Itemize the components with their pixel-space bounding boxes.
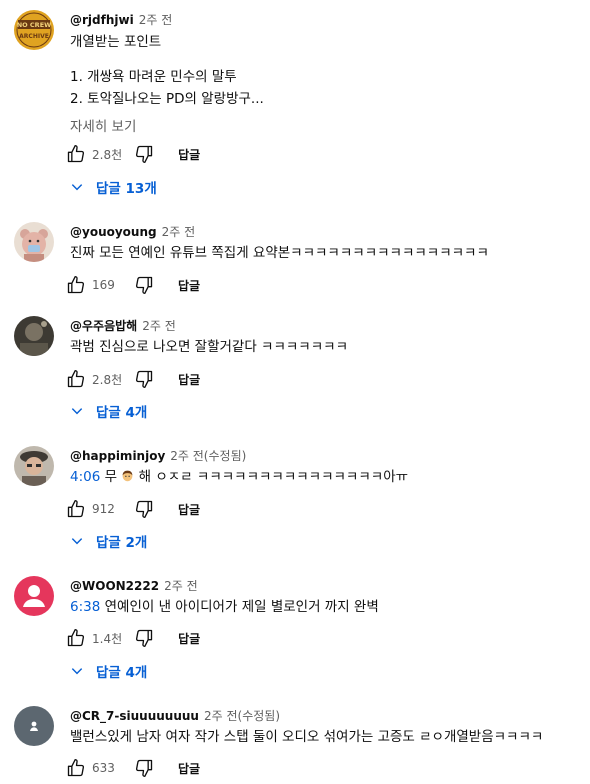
comment-text: 4:06 무 해 ㅇㅈㄹ ㅋㅋㅋㅋㅋㅋㅋㅋㅋㅋㅋㅋㅋㅋㅋ아ㅠ — [70, 469, 409, 485]
avatar-cr7[interactable] — [14, 706, 54, 746]
replies-count: 답글 13개 — [96, 181, 157, 197]
chevron-down-icon — [71, 538, 83, 545]
thumbs-up-icon — [67, 145, 85, 163]
like-count: 912 — [92, 502, 115, 516]
reply-button[interactable]: 답글 — [178, 501, 200, 518]
thumbs-up-icon — [67, 500, 85, 518]
avatar-uju[interactable] — [14, 316, 54, 356]
thumbs-down-icon — [136, 629, 153, 647]
default-user-avatar-icon — [14, 706, 54, 746]
avatar-happiminjoy[interactable] — [14, 446, 54, 486]
thumbs-up-icon — [67, 370, 85, 388]
avatar-rjdfhjwi[interactable]: NO CREW ARCHIVE — [14, 10, 54, 50]
comment-time[interactable]: 2주 전 — [139, 13, 173, 27]
default-user-avatar-icon — [14, 576, 54, 616]
chevron-down-icon — [71, 408, 83, 415]
view-replies-button[interactable]: 답글 4개 — [70, 659, 147, 683]
comment-time[interactable]: 2주 전 — [164, 579, 198, 593]
avatar-woon2222[interactable] — [14, 576, 54, 616]
man-emoji-icon — [122, 470, 133, 482]
thumbs-up-icon — [67, 276, 85, 294]
read-more-link[interactable]: 자세히 보기 — [70, 115, 136, 135]
chevron-down-icon — [71, 668, 83, 675]
dislike-button[interactable] — [132, 367, 156, 391]
svg-text:NO CREW: NO CREW — [17, 21, 52, 29]
dark-photo-avatar — [14, 316, 54, 356]
thumbs-down-icon — [135, 759, 153, 777]
like-button[interactable] — [64, 142, 88, 166]
comment-author[interactable]: @WOON2222 — [70, 579, 159, 593]
plush-bear-avatar — [14, 222, 54, 262]
person-photo-avatar — [14, 446, 54, 486]
like-count: 633 — [92, 761, 115, 775]
comment-author[interactable]: @rjdfhjwi — [70, 13, 134, 27]
comment-text: 곽범 진심으로 나오면 잘할거같다 ㅋㅋㅋㅋㅋㅋㅋ — [70, 339, 348, 355]
thumbs-down-icon — [136, 370, 153, 388]
view-replies-button[interactable]: 답글 2개 — [70, 529, 147, 553]
dislike-button[interactable] — [132, 142, 156, 166]
comment-author[interactable]: @youoyoung — [70, 225, 157, 239]
comment-text-line-4: 2. 토악질나오는 PD의 알랑방구... — [70, 91, 264, 107]
chevron-down-icon — [71, 184, 83, 191]
thumbs-down-icon — [136, 145, 153, 163]
like-button[interactable] — [64, 756, 88, 780]
thumbs-up-icon — [67, 629, 85, 647]
comment-text-line-3: 1. 개쌍욕 마려운 민수의 말투 — [70, 69, 237, 85]
thumbs-down-icon — [135, 500, 153, 518]
like-count: 2.8천 — [92, 147, 123, 162]
like-button[interactable] — [64, 626, 88, 650]
comment-time[interactable]: 2주 전(수정됨) — [170, 449, 246, 463]
comment-actions: 2.8천 답글 — [64, 142, 200, 166]
view-replies-button[interactable]: 답글 13개 — [70, 175, 157, 199]
like-button[interactable] — [64, 273, 88, 297]
reply-button[interactable]: 답글 — [178, 277, 200, 294]
comment-author[interactable]: @happiminjoy — [70, 449, 165, 463]
dislike-button[interactable] — [132, 273, 156, 297]
timestamp-link[interactable]: 6:38 — [70, 599, 100, 615]
comment-time[interactable]: 2주 전 — [162, 225, 196, 239]
comment-actions: 633 답글 — [64, 756, 200, 780]
replies-count: 답글 4개 — [96, 665, 148, 681]
like-button[interactable] — [64, 497, 88, 521]
view-replies-button[interactable]: 답글 4개 — [70, 399, 147, 423]
replies-count: 답글 4개 — [96, 405, 148, 421]
no-crew-archive-logo: NO CREW ARCHIVE — [14, 10, 54, 50]
avatar-youoyoung[interactable] — [14, 222, 54, 262]
comment-text: 밸런스있게 남자 여자 작가 스탭 둘이 오디오 섞여가는 고증도 ㄹㅇ개열받음… — [70, 729, 544, 745]
like-count: 169 — [92, 278, 115, 292]
comment-actions: 1.4천 답글 — [64, 626, 200, 650]
comment-author[interactable]: @CR_7-siuuuuuuuu — [70, 709, 199, 723]
dislike-button[interactable] — [132, 756, 156, 780]
reply-button[interactable]: 답글 — [178, 630, 200, 647]
svg-text:ARCHIVE: ARCHIVE — [19, 33, 49, 40]
reply-button[interactable]: 답글 — [178, 760, 200, 777]
comment-actions: 2.8천 답글 — [64, 367, 200, 391]
comment-text-line-1: 개열받는 포인트 — [70, 34, 162, 50]
comment-text: 6:38 연예인이 낸 아이디어가 제일 별로인거 까지 완벽 — [70, 599, 379, 615]
timestamp-link[interactable]: 4:06 — [70, 469, 100, 485]
thumbs-down-icon — [135, 276, 153, 294]
reply-button[interactable]: 답글 — [178, 371, 200, 388]
comment-time[interactable]: 2주 전(수정됨) — [204, 709, 280, 723]
dislike-button[interactable] — [132, 497, 156, 521]
reply-button[interactable]: 답글 — [178, 146, 200, 163]
comment-text: 진짜 모든 연예인 유튜브 쪽집게 요약본ㅋㅋㅋㅋㅋㅋㅋㅋㅋㅋㅋㅋㅋㅋㅋㅋ — [70, 245, 489, 261]
replies-count: 답글 2개 — [96, 535, 148, 551]
comment-time[interactable]: 2주 전 — [142, 319, 176, 333]
like-button[interactable] — [64, 367, 88, 391]
thumbs-up-icon — [67, 759, 85, 777]
like-count: 2.8천 — [92, 372, 123, 387]
comment-actions: 169 답글 — [64, 273, 200, 297]
comment-author[interactable]: @우주음밥해 — [70, 319, 137, 333]
like-count: 1.4천 — [92, 631, 123, 646]
dislike-button[interactable] — [132, 626, 156, 650]
comment-actions: 912 답글 — [64, 497, 200, 521]
